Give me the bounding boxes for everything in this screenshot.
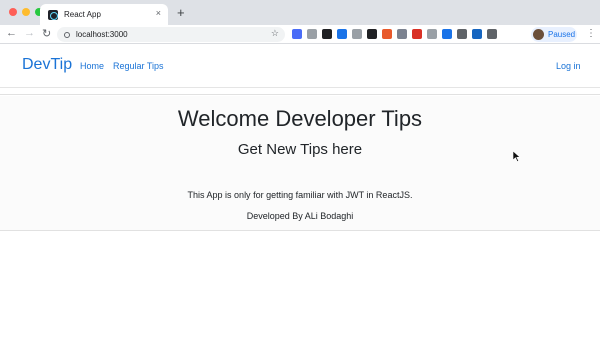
window-controls <box>9 8 43 16</box>
back-arrow-icon[interactable]: ← <box>6 27 17 39</box>
login-link[interactable]: Log in <box>556 61 581 71</box>
extension-icon[interactable] <box>382 29 392 39</box>
forward-arrow-icon[interactable]: → <box>24 27 35 39</box>
tab-title: React App <box>64 10 101 19</box>
kebab-menu-icon[interactable]: ⋮ <box>586 28 596 39</box>
mouse-pointer-icon <box>513 151 521 162</box>
extension-icon[interactable] <box>412 29 422 39</box>
bookmark-star-icon[interactable]: ☆ <box>271 28 279 39</box>
extension-icon[interactable] <box>322 29 332 39</box>
extension-icon[interactable] <box>457 29 467 39</box>
extension-icon[interactable] <box>337 29 347 39</box>
address-bar[interactable]: localhost:3000 ☆ <box>57 27 285 42</box>
puzzle-extensions-icon[interactable] <box>487 29 497 39</box>
brand-link[interactable]: DevTip <box>22 56 72 74</box>
reload-icon[interactable]: ↻ <box>42 27 51 40</box>
extension-icon[interactable] <box>307 29 317 39</box>
browser-tab[interactable]: React App × <box>40 4 168 25</box>
extension-icon[interactable] <box>442 29 452 39</box>
extension-icon[interactable] <box>292 29 302 39</box>
profile-status: Paused <box>548 30 576 39</box>
page-subtitle: Get New Tips here <box>237 141 363 158</box>
close-window-button[interactable] <box>9 8 17 16</box>
extension-icon[interactable] <box>397 29 407 39</box>
extension-icon[interactable] <box>352 29 362 39</box>
react-favicon-icon <box>48 9 58 20</box>
browser-tab-bar: React App × + <box>0 0 600 25</box>
developer-credit: Developed By ALi Bodaghi <box>246 211 354 221</box>
site-navbar: DevTip Home Regular Tips Log in <box>0 44 600 88</box>
browser-toolbar: ← → ↻ localhost:3000 ☆ Paused ⋮ <box>0 25 600 44</box>
url-text[interactable]: localhost:3000 <box>76 30 128 39</box>
extension-icon[interactable] <box>427 29 437 39</box>
profile-button[interactable]: Paused <box>531 27 577 42</box>
extension-icon[interactable] <box>472 29 482 39</box>
site-info-icon[interactable] <box>64 31 70 38</box>
divider <box>0 230 600 231</box>
nav-link-regular-tips[interactable]: Regular Tips <box>113 61 164 71</box>
extensions-tray <box>292 29 497 39</box>
tab-close-icon[interactable]: × <box>156 8 161 18</box>
nav-link-home[interactable]: Home <box>80 61 104 71</box>
page-title: Welcome Developer Tips <box>177 106 423 131</box>
extension-icon[interactable] <box>367 29 377 39</box>
minimize-window-button[interactable] <box>22 8 30 16</box>
divider <box>0 94 600 95</box>
new-tab-button[interactable]: + <box>177 5 185 20</box>
app-description: This App is only for getting familiar wi… <box>187 190 413 200</box>
avatar <box>533 29 544 40</box>
